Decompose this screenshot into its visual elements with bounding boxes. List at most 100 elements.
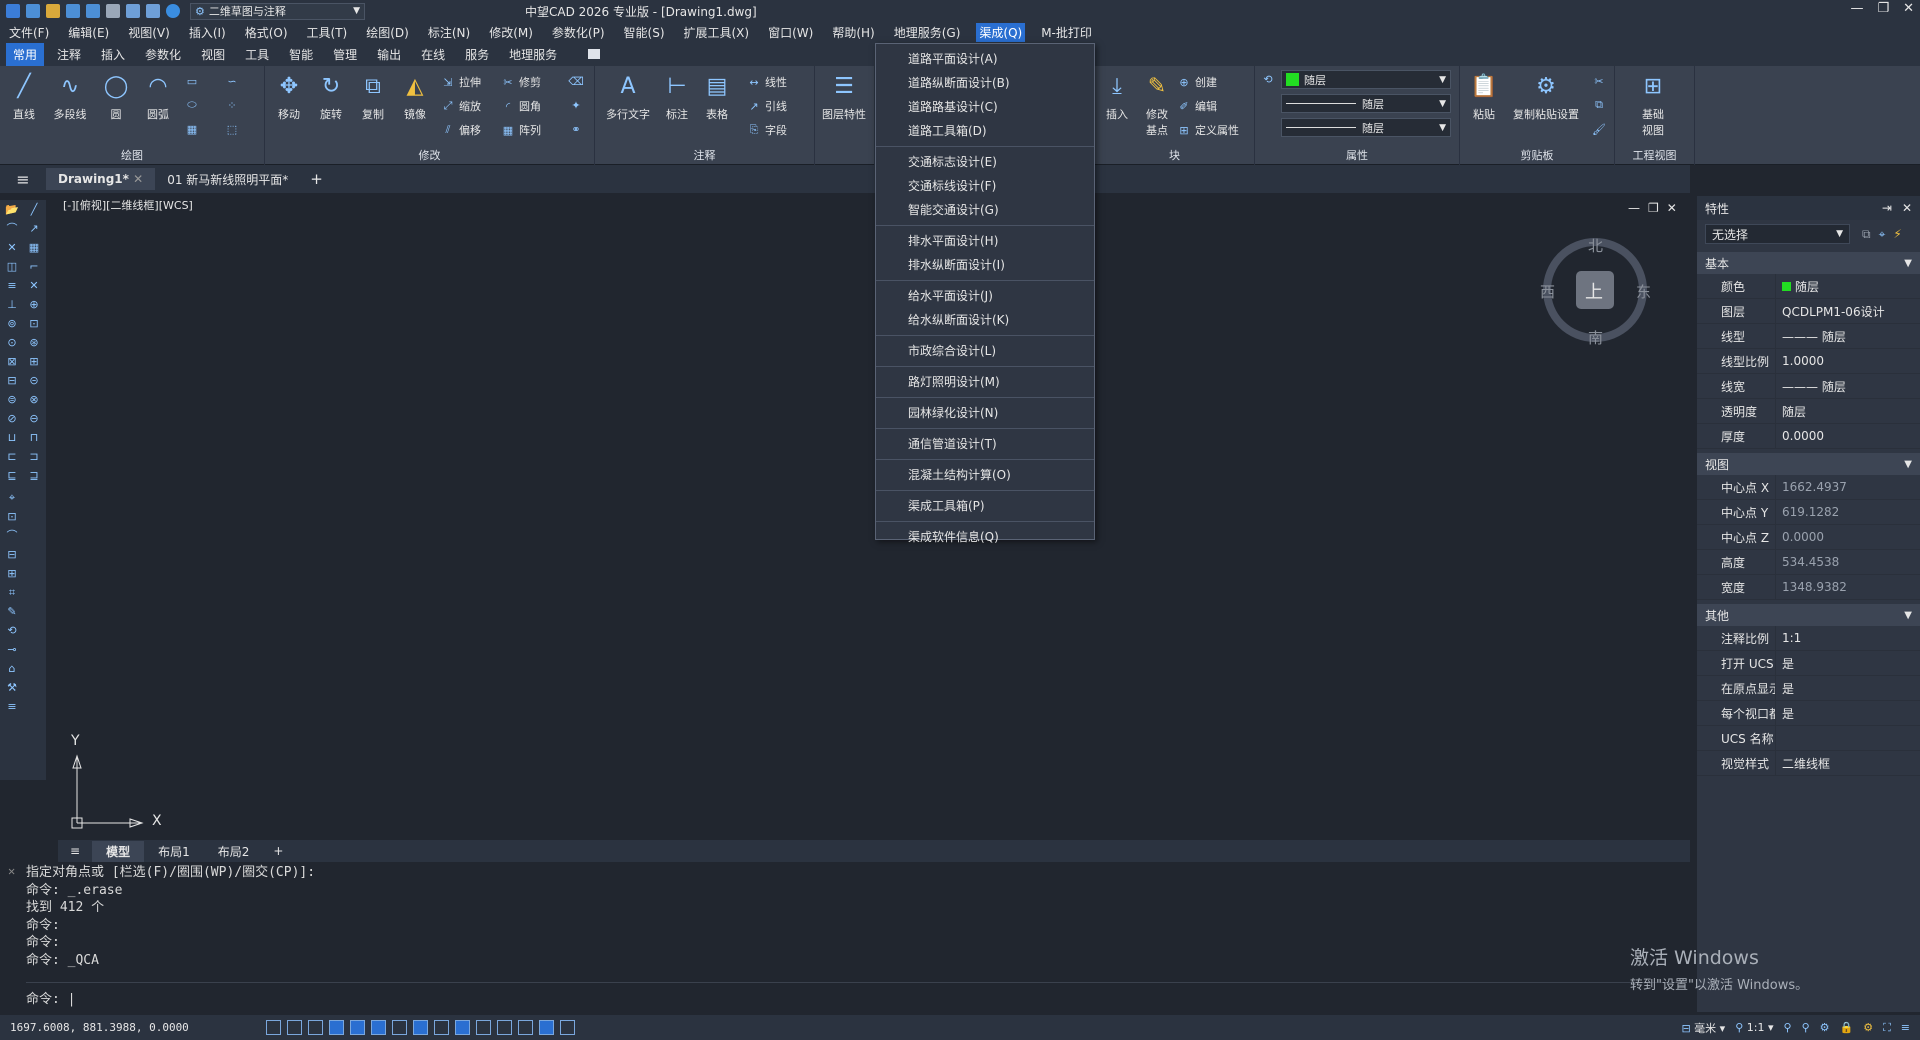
group-engview-label[interactable]: 工程视图 [1615, 147, 1694, 163]
tool-extra-7-icon[interactable]: ⟲ [4, 623, 20, 639]
viewport-restore-button[interactable]: ❐ [1648, 201, 1659, 215]
match-properties-button[interactable]: ⟲ [1261, 72, 1275, 86]
tool-arc-icon[interactable]: ⌒ [4, 221, 20, 237]
print-icon[interactable] [106, 4, 120, 18]
insert-block-button[interactable]: ⤓ 插入 [1095, 70, 1139, 122]
tool-plus-icon[interactable]: ⊞ [26, 354, 42, 370]
tool-cross-icon[interactable]: ⊠ [4, 354, 20, 370]
polar-toggle-icon[interactable] [329, 1020, 344, 1035]
linear-dim-button[interactable]: ↔ 线性 [747, 74, 787, 90]
menu-item-road-toolbox[interactable]: 道路工具箱(D) [876, 119, 1094, 143]
property-value[interactable]: QCDLPM1-06设计 [1775, 299, 1920, 323]
menu-item-water-profile[interactable]: 给水纵断面设计(K) [876, 308, 1094, 332]
tool-ray-icon[interactable]: ↗ [26, 221, 42, 237]
menu-item-traffic-sign[interactable]: 交通标志设计(E) [876, 150, 1094, 174]
scale-button[interactable]: ⤢ 缩放 [441, 98, 481, 114]
color-select[interactable]: 随层 ▼ [1281, 70, 1451, 89]
annotation-monitor-icon[interactable] [518, 1020, 533, 1035]
property-value[interactable]: 619.1282 [1775, 500, 1920, 524]
property-row[interactable]: 中心点 Y 619.1282 [1697, 500, 1920, 525]
compass-south[interactable]: 南 [1588, 327, 1603, 348]
menu-format[interactable]: 格式(O) [242, 23, 291, 42]
units-select[interactable]: ⊟ 毫米 ▾ [1681, 1020, 1725, 1036]
explode-button[interactable]: ✦ [569, 98, 583, 112]
grid-toggle-icon[interactable] [266, 1020, 281, 1035]
category-header[interactable]: 视图 ▼ [1697, 453, 1920, 475]
property-value[interactable]: 是 [1775, 676, 1920, 700]
tab-geo-service[interactable]: 地理服务 [502, 43, 564, 66]
menu-smart[interactable]: 智能(S) [621, 23, 668, 42]
stretch-button[interactable]: ⇲ 拉伸 [441, 74, 481, 90]
tool-minus2-icon[interactable]: ⊖ [26, 411, 42, 427]
open-file-icon[interactable] [46, 4, 60, 18]
new-tab-button[interactable]: + [300, 170, 333, 188]
tool-sq1-icon[interactable]: ⊏ [4, 449, 20, 465]
menu-batch-print[interactable]: M-批打印 [1038, 23, 1095, 42]
command-window[interactable]: ✕ 指定对角点或 [栏选(F)/圈围(WP)/圈交(CP)]: 命令: _.er… [0, 862, 1690, 1012]
tab-smart[interactable]: 智能 [282, 43, 320, 66]
compass-west[interactable]: 西 [1540, 281, 1555, 302]
cut-button[interactable]: ✂ [1592, 74, 1606, 88]
rotate-button[interactable]: ↻ 旋转 [309, 70, 353, 122]
tool-extra-9-icon[interactable]: ⌂ [4, 661, 20, 677]
region-button[interactable]: ⬚ [225, 122, 239, 136]
define-attribute-button[interactable]: ⊞ 定义属性 [1177, 122, 1239, 138]
layer-properties-button[interactable]: ☰ 图层特性 [817, 70, 871, 122]
add-layout-button[interactable]: + [263, 844, 293, 858]
menu-item-street-lighting[interactable]: 路灯照明设计(M) [876, 370, 1094, 394]
edit-block-button[interactable]: ✐ 编辑 [1177, 98, 1217, 114]
tool-slash-icon[interactable]: ⊘ [4, 411, 20, 427]
qp-toggle-icon[interactable] [476, 1020, 491, 1035]
tool-add-icon[interactable]: ⊕ [26, 297, 42, 313]
menu-item-traffic-marking[interactable]: 交通标线设计(F) [876, 174, 1094, 198]
undo-icon[interactable] [126, 4, 140, 18]
menu-item-road-subgrade[interactable]: 道路路基设计(C) [876, 95, 1094, 119]
property-row[interactable]: 打开 UCS ...是 [1697, 651, 1920, 676]
customize-icon[interactable]: ≡ [1901, 1021, 1910, 1034]
tool-dim-icon[interactable]: ⌐ [26, 259, 42, 275]
copy-button[interactable]: ⧉ 复制 [351, 70, 395, 122]
tool-hatch-icon[interactable]: ▦ [26, 240, 42, 256]
compass-east[interactable]: 东 [1636, 281, 1651, 302]
tool-sq2-icon[interactable]: ⊐ [26, 449, 42, 465]
lineweight-select[interactable]: 随层 ▼ [1281, 118, 1451, 137]
tool-extra-8-icon[interactable]: ⊸ [4, 642, 20, 658]
tool-open-icon[interactable]: 📂 [4, 202, 20, 218]
tab-model[interactable]: 模型 [92, 840, 145, 862]
tool-sq4-icon[interactable]: ⊒ [26, 468, 42, 484]
property-value[interactable]: 随层 [1775, 274, 1920, 298]
ortho-toggle-icon[interactable] [308, 1020, 323, 1035]
move-button[interactable]: ✥ 移动 [267, 70, 311, 122]
menu-qucheng[interactable]: 渠成(Q) [976, 22, 1026, 42]
tab-online[interactable]: 在线 [414, 43, 452, 66]
toggle-pickadd-icon[interactable]: ⧉ [1862, 227, 1871, 242]
otrack-toggle-icon[interactable] [371, 1020, 386, 1035]
menu-file[interactable]: 文件(F) [6, 23, 52, 42]
select-objects-icon[interactable]: ⌖ [1879, 227, 1886, 242]
menu-item-municipal[interactable]: 市政综合设计(L) [876, 339, 1094, 363]
tool-perp-icon[interactable]: ⊥ [4, 297, 20, 313]
property-value[interactable]: 1662.4937 [1775, 475, 1920, 499]
property-value[interactable]: 1348.9382 [1775, 575, 1920, 599]
transparency-toggle-icon[interactable] [455, 1020, 470, 1035]
copy-paste-settings-button[interactable]: ⚙ 复制粘贴设置 [1506, 70, 1586, 122]
tool-extra-4-icon[interactable]: ⊞ [4, 566, 20, 582]
property-value[interactable]: 是 [1775, 701, 1920, 725]
fullscreen-icon[interactable]: ⛶ [1883, 1021, 1891, 1035]
property-row[interactable]: 注释比例 1:1 [1697, 626, 1920, 651]
tab-annotate[interactable]: 注释 [50, 43, 88, 66]
category-header[interactable]: 其他 ▼ [1697, 604, 1920, 626]
offset-button[interactable]: ⫽ 偏移 [441, 122, 481, 138]
tool-sq3-icon[interactable]: ⊑ [4, 468, 20, 484]
menu-item-water-plan[interactable]: 给水平面设计(J) [876, 284, 1094, 308]
close-icon[interactable]: ✕ [1902, 201, 1912, 215]
property-row[interactable]: 宽度 1348.9382 [1697, 575, 1920, 600]
field-button[interactable]: ⎘ 字段 [747, 122, 787, 138]
menu-help[interactable]: 帮助(H) [829, 23, 877, 42]
tab-output[interactable]: 输出 [370, 43, 408, 66]
menu-extension[interactable]: 扩展工具(X) [681, 23, 753, 42]
maximize-button[interactable]: ❐ [1877, 1, 1889, 16]
property-row[interactable]: 线型 ——— 随层 [1697, 324, 1920, 349]
menu-item-road-profile[interactable]: 道路纵断面设计(B) [876, 71, 1094, 95]
coordinate-readout[interactable]: 1697.6008, 881.3988, 0.0000 [10, 1021, 260, 1034]
